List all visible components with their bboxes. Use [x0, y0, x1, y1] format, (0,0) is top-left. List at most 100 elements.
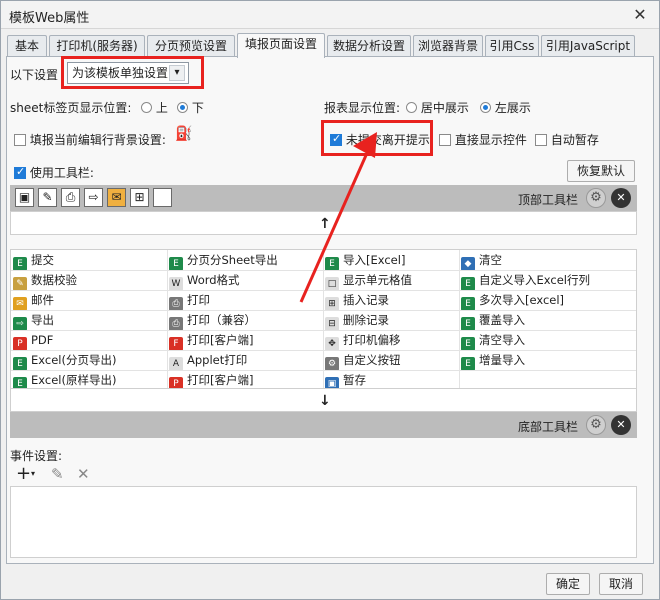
grid-item[interactable]: E 多次导入[excel]	[461, 290, 564, 310]
printer-icon: ⎙	[169, 317, 183, 330]
grid-item[interactable]: ✥ 打印机偏移	[325, 330, 401, 350]
printer-icon[interactable]: ⎙	[61, 188, 80, 207]
restore-default-button[interactable]: 恢复默认	[567, 160, 635, 182]
grid-item[interactable]: ▣ 暂存	[325, 370, 366, 390]
window-title: 模板Web属性	[9, 11, 90, 26]
auto-save-option[interactable]: 自动暂存	[535, 131, 599, 148]
grid-item[interactable]: W Word格式	[169, 270, 240, 290]
tab-browser-bg[interactable]: 浏览器背景	[413, 35, 483, 57]
mail-icon[interactable]: ✉	[107, 188, 126, 207]
grid-item[interactable]: E 覆盖导入	[461, 310, 525, 330]
tab-page-preview[interactable]: 分页预览设置	[147, 35, 235, 57]
bottom-toolbar: 底部工具栏 ⚙ ✕	[10, 412, 637, 438]
bottom-toolbar-label: 底部工具栏	[518, 420, 579, 434]
excel-icon: E	[169, 257, 183, 270]
annotation-arrow	[299, 132, 377, 303]
grid-item[interactable]: E 清空导入	[461, 330, 525, 350]
show-controls-checkbox[interactable]	[439, 134, 451, 146]
pencil-icon[interactable]: ✎	[38, 188, 57, 207]
delete-icon[interactable]: ✕	[77, 465, 90, 483]
cancel-button[interactable]: 取消	[599, 573, 643, 595]
close-icon[interactable]: ✕	[629, 4, 651, 26]
excel-icon: E	[13, 257, 27, 270]
report-pos-center[interactable]: 居中展示	[406, 99, 469, 116]
grid-item[interactable]: E 自定义导入Excel行列	[461, 270, 590, 290]
grid-item[interactable]: F 打印[客户端]	[169, 330, 253, 350]
grid-item[interactable]: ✉ 邮件	[13, 290, 54, 310]
dialog-window: 模板Web属性 ✕ 基本 打印机(服务器) 分页预览设置 填报页面设置 数据分析…	[0, 0, 660, 600]
eraser-icon: ◆	[461, 257, 475, 270]
add-icon[interactable]: +	[16, 463, 31, 484]
tab-javascript[interactable]: 引用JavaScript	[541, 35, 635, 57]
mode-label: 以下设置	[10, 68, 59, 82]
edit-icon[interactable]: ✎	[51, 465, 64, 483]
title-bar: 模板Web属性 ✕	[1, 1, 659, 29]
grid-item[interactable]: E Excel(分页导出)	[13, 350, 116, 370]
grid-item[interactable]: P PDF	[13, 330, 53, 350]
ok-button[interactable]: 确定	[546, 573, 590, 595]
chevron-down-icon[interactable]: ▾	[31, 469, 35, 478]
event-label: 事件设置:	[10, 449, 63, 463]
delete-row-icon: ⊟	[325, 317, 339, 330]
grid-item[interactable]: ⎙ 打印（兼容）	[169, 310, 256, 330]
gear-icon[interactable]: ⚙	[586, 188, 606, 208]
grid-item[interactable]: A Applet打印	[169, 350, 247, 370]
grid-item[interactable]: E 增量导入	[461, 350, 525, 370]
close-circle-icon[interactable]: ✕	[611, 188, 631, 208]
use-toolbar-checkbox[interactable]	[14, 165, 26, 179]
gear-icon: ⚙	[325, 357, 339, 370]
radio-bottom[interactable]	[177, 102, 188, 113]
annotation-highlight-mode	[61, 56, 204, 89]
excel-icon: E	[461, 317, 475, 330]
tab-fill-page[interactable]: 填报页面设置	[237, 33, 325, 58]
use-toolbar-option[interactable]: 使用工具栏:	[14, 164, 94, 181]
event-list[interactable]	[10, 486, 637, 558]
grid-item[interactable]: ⇨ 导出	[13, 310, 54, 330]
grid-item[interactable]: ⚙ 自定义按钮	[325, 350, 401, 370]
grid-item[interactable]: E 提交	[13, 250, 54, 270]
export-icon[interactable]: ⇨	[84, 188, 103, 207]
printer-icon: ⎙	[169, 297, 183, 310]
fill-bg-checkbox[interactable]	[14, 134, 26, 146]
tab-basic[interactable]: 基本	[7, 35, 47, 57]
insert-row-icon[interactable]: ⊞	[130, 188, 149, 207]
save-icon[interactable]: ▣	[15, 188, 34, 207]
show-controls-option[interactable]: 直接显示控件	[439, 131, 527, 148]
sheet-pos-bottom[interactable]: 下	[177, 99, 204, 116]
pdf-icon: P	[13, 337, 27, 350]
radio-left[interactable]	[480, 102, 491, 113]
report-pos-left[interactable]: 左展示	[480, 99, 531, 116]
auto-save-checkbox[interactable]	[535, 134, 547, 146]
paint-bucket-icon[interactable]: ⛽	[175, 126, 193, 146]
word-icon: W	[169, 277, 183, 290]
grid-item[interactable]: E 分页分Sheet导出	[169, 250, 278, 270]
radio-center[interactable]	[406, 102, 417, 113]
sheet-pos-top[interactable]: 上	[141, 99, 168, 116]
excel-icon: E	[461, 357, 475, 370]
radio-top[interactable]	[141, 102, 152, 113]
gear-icon[interactable]: ⚙	[586, 415, 606, 435]
tab-data-analysis[interactable]: 数据分析设置	[327, 35, 411, 57]
grid-item[interactable]: P 打印[客户端]	[169, 370, 253, 390]
excel-icon: E	[461, 297, 475, 310]
mail-icon: ✉	[13, 297, 27, 310]
close-circle-icon[interactable]: ✕	[611, 415, 631, 435]
grid-item[interactable]: ◆ 清空	[461, 250, 502, 270]
export-icon: ⇨	[13, 317, 27, 330]
grid-item[interactable]: E Excel(原样导出)	[13, 370, 116, 390]
applet-icon: A	[169, 357, 183, 370]
excel-icon: E	[461, 277, 475, 290]
tab-css[interactable]: 引用Css	[485, 35, 539, 57]
tab-printer-server[interactable]: 打印机(服务器)	[49, 35, 145, 57]
grid-item[interactable]: ⊟ 删除记录	[325, 310, 389, 330]
excel-icon: E	[461, 337, 475, 350]
arrow-down-icon[interactable]: ↓	[319, 393, 331, 409]
report-pos-label: 报表显示位置:	[324, 101, 401, 115]
grid-item[interactable]: ✎ 数据校验	[13, 270, 77, 290]
blank-page-icon[interactable]	[153, 188, 172, 207]
top-toolbar-label: 顶部工具栏	[518, 193, 579, 207]
pencil-icon: ✎	[13, 277, 27, 290]
fill-bg-option[interactable]: 填报当前编辑行背景设置:	[14, 131, 166, 148]
sheet-pos-label: sheet标签页显示位置:	[10, 101, 132, 115]
grid-item[interactable]: ⎙ 打印	[169, 290, 210, 310]
